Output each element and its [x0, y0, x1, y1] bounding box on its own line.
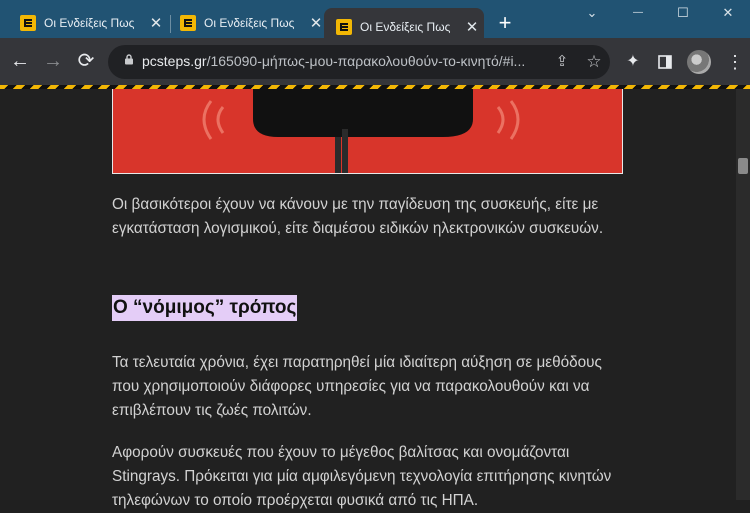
url-path: /165090-μήπως-μου-παρακολουθούν-το-κινητ… [206, 53, 526, 69]
side-panel-glyph [658, 55, 672, 69]
side-panel-icon[interactable] [654, 51, 676, 73]
pcsteps-favicon-icon [336, 19, 352, 35]
tab-close-icon[interactable]: ✕ [148, 14, 164, 32]
pcsteps-favicon-icon [20, 15, 36, 31]
menu-kebab-icon[interactable]: ⋮ [724, 51, 746, 73]
maximize-button[interactable]: ☐ [668, 6, 698, 20]
url-host: pcsteps.gr [142, 53, 207, 69]
share-icon[interactable]: ⇪ [552, 52, 572, 72]
tab-close-icon[interactable]: ✕ [308, 14, 324, 32]
article-paragraph: Τα τελευταία χρόνια, έχει παρατηρηθεί μί… [112, 354, 602, 419]
scrollbar-track[interactable] [736, 89, 750, 500]
article-hero-image [112, 89, 623, 174]
lock-icon [125, 54, 133, 65]
tab-2[interactable]: Οι Ενδείξεις Πως ✕ [168, 8, 328, 38]
close-window-button[interactable]: ✕ [713, 6, 743, 20]
scrollbar-thumb[interactable] [738, 158, 748, 174]
tab-1[interactable]: Οι Ενδείξεις Πως ✕ [8, 8, 168, 38]
tab-title: Οι Ενδείξεις Πως [204, 16, 295, 30]
pcsteps-favicon-icon [180, 15, 196, 31]
hero-illustration [113, 89, 622, 173]
minimize-button[interactable]: — [623, 6, 653, 20]
tab-search-button[interactable]: ⌄ [577, 6, 607, 20]
tab-title: Οι Ενδείξεις Πως [44, 16, 135, 30]
article-paragraph: Αφορούν συσκευές που έχουν το μέγεθος βα… [112, 444, 612, 509]
new-tab-button[interactable]: + [494, 12, 516, 34]
url-text[interactable]: pcsteps.gr/165090-μήπως-μου-παρακολουθού… [142, 53, 544, 69]
bookmark-star-icon[interactable]: ☆ [584, 52, 604, 72]
tab-title: Οι Ενδείξεις Πως [360, 20, 451, 34]
profile-avatar[interactable] [687, 50, 711, 74]
reload-button[interactable]: ⟳ [74, 50, 98, 74]
extensions-puzzle-icon[interactable]: ✦ [622, 51, 644, 73]
forward-button[interactable]: → [41, 50, 65, 74]
section-heading: Ο “νόμιμος” τρόπος [112, 295, 298, 321]
tab-close-icon[interactable]: ✕ [464, 18, 480, 36]
back-button[interactable]: ← [8, 50, 32, 74]
article-paragraph: Οι βασικότεροι έχουν να κάνουν με την πα… [112, 196, 604, 237]
